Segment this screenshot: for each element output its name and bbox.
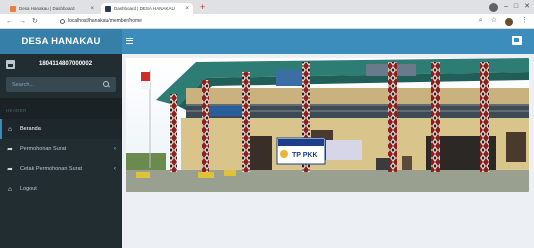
browser-tab-active[interactable]: Dashboard | DESA HANAKAU × [101,3,193,14]
extension-icon[interactable] [505,17,513,26]
sidebar-item-logout[interactable]: ⌂ Logout [0,179,122,199]
sidebar-item-cetak-permohonan-surat[interactable]: ➦ Cetak Permohonan Surat ‹ [0,159,122,179]
chevron-left-icon: ‹ [114,166,116,172]
url-input[interactable]: localhost/hanakau/member/home [56,16,472,26]
back-arrow-icon[interactable]: ← [6,18,13,25]
sidebar-section-header: HEADER [0,98,122,119]
browser-address-bar: ← → ↻ localhost/hanakau/member/home ⌕ ☆ … [0,14,534,29]
minimize-button[interactable]: – [504,2,508,12]
hamburger-menu-icon[interactable] [126,38,133,44]
search-icon[interactable] [103,81,110,88]
sidebar-item-beranda[interactable]: ⌂ Beranda [0,119,122,139]
village-office-photo: TP PKK [126,58,529,192]
sidebar-item-permohonan-surat[interactable]: ➦ Permohonan Surat ‹ [0,139,122,159]
address-bar-actions: ⌕ ☆ ⋮ [479,16,528,26]
share-icon: ➦ [7,146,13,153]
sidebar-item-label: Cetak Permohonan Surat [20,166,83,172]
tab-title: Dashboard | DESA HANAKAU [114,6,175,11]
top-navbar [122,29,534,54]
url-text: localhost/hanakau/member/home [68,18,142,24]
chevron-left-icon: ‹ [114,146,116,152]
user-panel: 1804114807000002 [0,54,122,74]
main-content: TP PKK [122,54,534,248]
new-tab-button[interactable]: + [200,3,205,12]
info-icon[interactable] [60,18,65,24]
sidebar-search-input[interactable]: Search... [6,77,116,92]
tab-close-icon[interactable]: × [90,6,94,12]
share-icon: ➦ [7,166,13,173]
dashboard-icon: ⌂ [8,185,12,193]
close-window-button[interactable]: ✕ [524,2,530,12]
user-avatar-icon [6,59,15,69]
search-placeholder: Search... [12,81,35,88]
dashboard-icon: ⌂ [8,125,12,133]
profile-icon[interactable] [488,2,498,12]
menu-kebab-icon[interactable]: ⋮ [521,16,528,26]
forward-arrow-icon[interactable]: → [19,18,26,25]
zoom-icon[interactable]: ⌕ [479,16,483,26]
tab-close-icon[interactable]: × [185,6,189,12]
user-name: 1804114807000002 [39,61,93,67]
browser-tab[interactable]: Desa Hanakau | Dashboard × [6,3,98,14]
sidebar: DESA HANAKAU 1804114807000002 Search... … [0,29,122,248]
sidebar-item-label: Permohonan Surat [20,146,67,152]
sidebar-item-label: Logout [20,186,37,192]
window-controls: – □ ✕ [488,2,530,12]
sign-text: TP PKK [292,152,318,159]
brand-logo[interactable]: DESA HANAKAU [0,29,122,54]
bookmark-star-icon[interactable]: ☆ [491,16,497,26]
tab-favicon-icon [10,5,16,12]
reload-icon[interactable]: ↻ [32,18,38,25]
flag-icon[interactable] [512,36,522,45]
tab-title: Desa Hanakau | Dashboard [19,6,75,11]
browser-tab-bar: Desa Hanakau | Dashboard × Dashboard | D… [0,0,534,14]
tab-favicon-icon [105,5,111,12]
sidebar-item-label: Beranda [20,126,41,132]
maximize-button[interactable]: □ [514,2,518,12]
